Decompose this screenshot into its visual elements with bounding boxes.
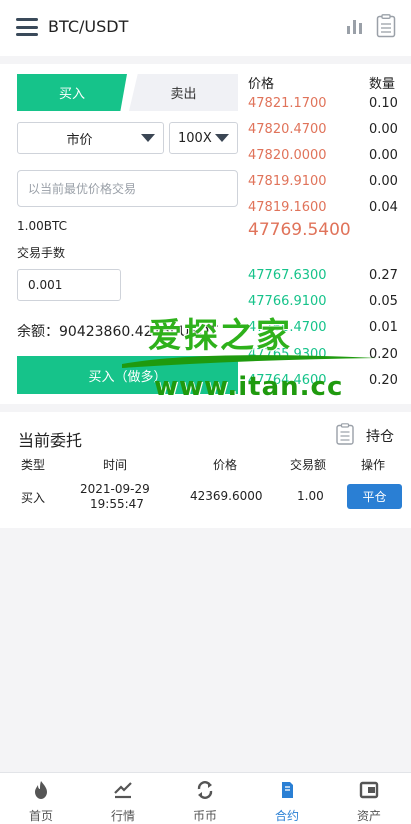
bottom-tab-bar: 首页 行情 币币 合约 资产	[0, 772, 411, 824]
tab-assets[interactable]: 资产	[328, 773, 410, 824]
col-header-action: 操作	[361, 458, 386, 472]
tab-market[interactable]: 行情	[82, 773, 164, 824]
document-icon[interactable]	[376, 14, 396, 38]
leverage-value: 100X	[178, 130, 212, 146]
close-position-button[interactable]: 平仓	[347, 484, 402, 509]
bid-qty: 0.05	[369, 294, 398, 309]
chart-line-icon	[114, 782, 132, 799]
col-header-type: 类型	[21, 458, 46, 472]
bar-chart-icon[interactable]	[346, 17, 364, 35]
tab-spot[interactable]: 币币	[164, 773, 246, 824]
bid-qty: 0.01	[369, 320, 398, 335]
col-header-volume: 交易额	[290, 458, 327, 472]
trade-side-tabs: 买入 卖出	[17, 74, 238, 111]
exchange-icon	[197, 781, 213, 799]
ask-qty: 0.04	[369, 200, 398, 215]
tab-sell[interactable]: 卖出	[129, 74, 238, 111]
price-input[interactable]: 以当前最优价格交易	[17, 170, 238, 207]
ask-price: 47819.1600	[248, 200, 327, 215]
tab-contract-label: 合约	[274, 809, 299, 823]
order-volume: 1.00	[297, 489, 324, 503]
bid-price: 47767.6300	[248, 268, 327, 283]
order-date: 2021-09-29	[80, 482, 150, 496]
ask-price: 47820.4700	[248, 122, 327, 137]
trade-panel: 买入 卖出 市价 100X 以当前最优价格交易 1.00BTC 交易手数 0.0…	[0, 64, 411, 404]
bid-qty: 0.20	[369, 373, 398, 388]
lots-label: 交易手数	[17, 246, 66, 260]
ask-price: 47821.1700	[248, 96, 327, 111]
last-price: 47769.5400	[248, 220, 351, 240]
tab-buy[interactable]: 买入	[17, 74, 127, 111]
clipboard-icon[interactable]	[336, 423, 354, 445]
tab-assets-label: 资产	[356, 809, 381, 823]
bid-qty: 0.27	[369, 268, 398, 283]
caret-down-icon	[215, 134, 229, 142]
document-icon	[282, 782, 293, 798]
tab-market-label: 行情	[110, 809, 135, 823]
amount-text: 1.00BTC	[17, 219, 67, 233]
ask-price: 47820.0000	[248, 148, 327, 163]
orderbook-qty-header: 数量	[369, 77, 396, 92]
bid-qty: 0.20	[369, 347, 398, 362]
bid-price: 47766.9100	[248, 294, 327, 309]
order-type-value: 市价	[66, 132, 93, 148]
bid-price: 47766.4700	[248, 320, 327, 335]
positions-link[interactable]: 持仓	[366, 426, 394, 446]
ask-qty: 0.00	[369, 122, 398, 137]
ask-qty: 0.00	[369, 174, 398, 189]
flame-icon	[35, 781, 47, 799]
app-header: BTC/USDT	[0, 0, 411, 56]
ask-qty: 0.00	[369, 148, 398, 163]
col-header-price: 价格	[213, 458, 238, 472]
tab-home[interactable]: 首页	[0, 773, 82, 824]
orderbook-price-header: 价格	[248, 77, 275, 92]
ask-qty: 0.10	[369, 96, 398, 111]
buy-long-button[interactable]: 买入（做多）	[17, 356, 238, 394]
order-time: 19:55:47	[90, 497, 144, 511]
pair-title[interactable]: BTC/USDT	[48, 17, 128, 36]
col-header-time: 时间	[103, 458, 128, 472]
leverage-select[interactable]: 100X	[169, 122, 238, 154]
ask-price: 47819.9100	[248, 174, 327, 189]
caret-down-icon	[141, 134, 155, 142]
order-type-select[interactable]: 市价	[17, 122, 164, 154]
current-orders-panel: 当前委托 持仓 类型 时间 价格 交易额 操作 买入 2021-09-29 19…	[0, 412, 411, 528]
order-type: 买入	[21, 491, 46, 505]
tab-home-label: 首页	[28, 809, 53, 823]
bid-price: 47765.9300	[248, 347, 327, 362]
menu-icon[interactable]	[16, 18, 38, 36]
order-price: 42369.6000	[190, 489, 263, 503]
tab-spot-label: 币币	[192, 809, 217, 823]
tab-contract[interactable]: 合约	[246, 773, 328, 824]
balance-text: 余额：90423860.42150USDT	[17, 324, 218, 340]
current-orders-title: 当前委托	[18, 431, 83, 450]
lots-input[interactable]: 0.001	[17, 269, 121, 301]
wallet-icon	[359, 781, 379, 799]
bid-price: 47764.4600	[248, 373, 327, 388]
